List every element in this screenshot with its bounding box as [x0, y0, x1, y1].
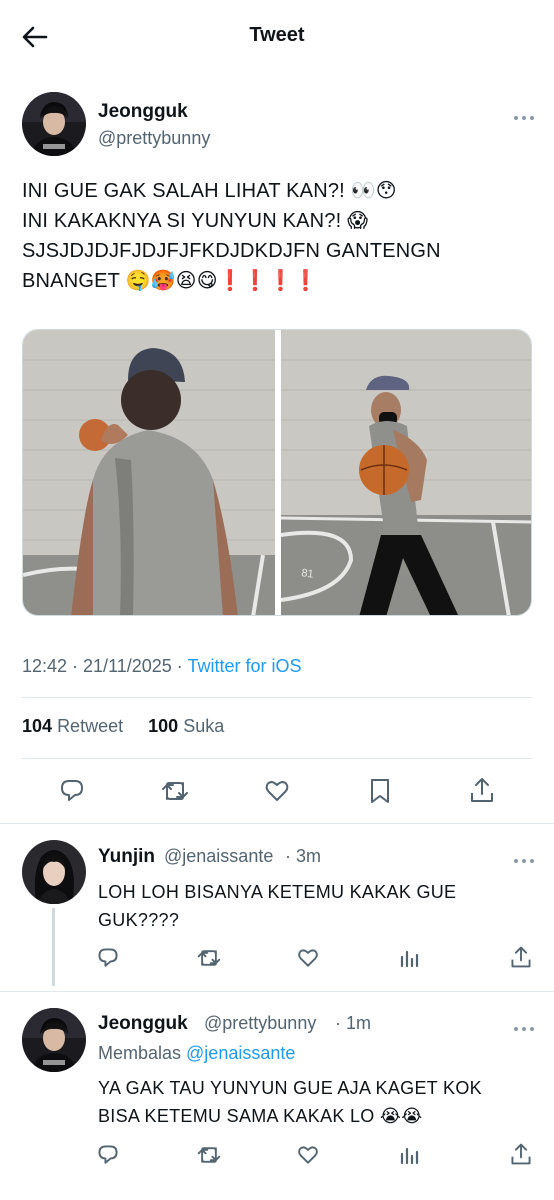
comment-icon [98, 948, 118, 967]
top-bar: Tweet [0, 0, 554, 72]
like-button[interactable] [296, 1143, 320, 1167]
retweet-button[interactable] [196, 946, 222, 970]
share-button[interactable] [509, 944, 533, 970]
tweet-text-line: BNANGET 🤤🥵😫😋❗❗❗❗ [22, 270, 319, 292]
tweet-stats: 104 Retweet 100 Suka [22, 716, 224, 737]
like-button[interactable] [296, 946, 320, 970]
tweet-text-line: SJSJDJDJFJDJFJFKDJDKDJFN GANTENGN [22, 240, 441, 262]
tweet-text-line: INI KAKAKNYA SI YUNYUN KAN?! 😱 [22, 210, 369, 232]
tweet-source-link[interactable]: Twitter for iOS [187, 656, 301, 676]
bookmark-button[interactable] [366, 777, 394, 805]
like-label: Suka [183, 716, 225, 736]
share-icon [511, 1143, 531, 1165]
retweet-icon [162, 782, 188, 800]
like-button[interactable] [263, 777, 291, 805]
reply-text-line: BISA KETEMU SAMA KAKAK LO 😭😭 [98, 1106, 423, 1126]
reply-text: YA GAK TAU YUNYUN GUE AJA KAGET KOK BISA… [98, 1074, 482, 1130]
reply-text-line: GUK???? [98, 910, 180, 930]
author-handle[interactable]: @prettybunny [98, 128, 210, 149]
bookmark-icon [371, 779, 389, 803]
comment-icon [98, 1145, 118, 1164]
likes-stat[interactable]: 100 Suka [148, 716, 224, 736]
page-title: Tweet [249, 24, 305, 46]
replying-to: Membalas @jenaissante [98, 1043, 295, 1064]
reply-time: · 1m [335, 1013, 371, 1033]
avatar[interactable] [22, 840, 86, 904]
heart-icon [265, 781, 289, 801]
divider [22, 758, 532, 759]
tweet-text: INI GUE GAK SALAH LIHAT KAN?! 👀😯 INI KAK… [22, 176, 537, 296]
reply-author-handle[interactable]: @prettybunny [204, 1013, 316, 1034]
reply-author-handle[interactable]: @jenaissante [164, 846, 273, 867]
retweet-label: Retweet [57, 716, 124, 736]
reply-button[interactable] [96, 1143, 120, 1167]
like-count: 100 [148, 716, 179, 736]
analytics-button[interactable] [397, 946, 421, 970]
heart-icon [298, 1146, 318, 1164]
photo-left[interactable] [23, 330, 275, 615]
reply-text-line: LOH LOH BISANYA KETEMU KAKAK GUE [98, 882, 457, 902]
reply-button[interactable] [96, 946, 120, 970]
tweet-text-line: INI GUE GAK SALAH LIHAT KAN?! 👀😯 [22, 180, 397, 202]
share-icon [511, 946, 531, 968]
svg-text:81: 81 [301, 567, 315, 581]
comment-icon [61, 780, 83, 801]
reply-text-line: YA GAK TAU YUNYUN GUE AJA KAGET KOK [98, 1078, 482, 1098]
tweet-media: 81 [22, 329, 532, 616]
share-button[interactable] [509, 1141, 533, 1167]
divider [0, 991, 554, 992]
retweet-button[interactable] [160, 777, 190, 805]
tweet-timestamp: 12:42 · 21/11/2025 · [22, 656, 188, 676]
avatar[interactable] [22, 92, 86, 156]
bar-chart-icon [400, 950, 419, 968]
retweet-button[interactable] [196, 1143, 222, 1167]
share-button[interactable] [468, 775, 496, 805]
replying-to-link[interactable]: @jenaissante [186, 1043, 295, 1063]
more-dots-icon[interactable] [512, 1020, 536, 1031]
photo-right[interactable]: 81 [280, 330, 531, 615]
heart-icon [298, 949, 318, 967]
avatar[interactable] [22, 1008, 86, 1072]
reply-text: LOH LOH BISANYA KETEMU KAKAK GUE GUK???? [98, 878, 456, 934]
divider [22, 697, 532, 698]
more-dots-icon[interactable] [512, 852, 536, 863]
retweet-icon [197, 950, 221, 966]
retweets-stat[interactable]: 104 Retweet [22, 716, 123, 736]
analytics-button[interactable] [397, 1143, 421, 1167]
bar-chart-icon [400, 1147, 419, 1165]
reply-time: · 3m [285, 846, 321, 866]
replying-to-label: Membalas [98, 1043, 187, 1063]
share-icon [471, 778, 493, 802]
reply-author-name[interactable]: Jeongguk [98, 1013, 188, 1035]
reply-button[interactable] [58, 777, 86, 805]
author-name[interactable]: Jeongguk [98, 101, 188, 123]
thread-line [52, 908, 55, 986]
more-dots-icon[interactable] [512, 109, 536, 120]
retweet-icon [197, 1147, 221, 1163]
divider [0, 823, 554, 824]
retweet-count: 104 [22, 716, 53, 736]
tweet-meta: 12:42 · 21/11/2025 · Twitter for iOS [22, 656, 302, 677]
reply-author-name[interactable]: Yunjin [98, 846, 155, 868]
